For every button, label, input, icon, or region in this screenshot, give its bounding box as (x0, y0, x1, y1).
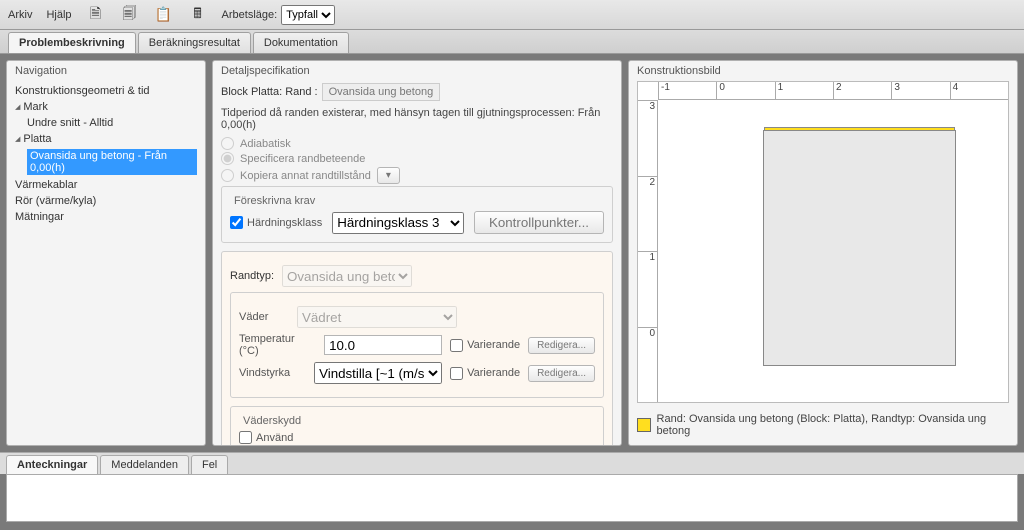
krav-legend: Föreskrivna krav (230, 195, 319, 207)
btab-meddelanden[interactable]: Meddelanden (100, 455, 189, 474)
vind-select[interactable]: Vindstilla [~1 (m/s (314, 362, 442, 384)
radio-specificera (221, 152, 234, 165)
sketch-title: Konstruktionsbild (629, 61, 1017, 81)
kopiera-dropdown[interactable]: ▾ (377, 167, 400, 184)
vader-select: Vädret (297, 306, 457, 328)
randtyp-label: Randtyp: (230, 270, 274, 282)
nav-mark[interactable]: Mark (15, 99, 197, 115)
temp-label: Temperatur (°C) (239, 333, 316, 357)
nav-platta[interactable]: Platta (15, 131, 197, 147)
ruler-tick: 3 (638, 100, 657, 176)
sketch-canvas (658, 100, 1008, 402)
btab-anteckningar[interactable]: Anteckningar (6, 455, 98, 474)
ruler-tick: 2 (638, 176, 657, 252)
vind-varierande-label: Varierande (467, 367, 520, 379)
nav-platta-ovansida[interactable]: Ovansida ung betong - Från 0,00(h) (15, 147, 197, 177)
new-doc-icon[interactable]: 🗎 (86, 5, 106, 25)
legend-text: Rand: Ovansida ung betong (Block: Platta… (657, 413, 1009, 437)
slab-top-surface (764, 127, 955, 131)
workarea: Navigation Konstruktionsgeometri & tid M… (0, 54, 1024, 452)
vind-varierande-check[interactable] (450, 367, 463, 380)
radio-adiabatisk (221, 137, 234, 150)
tab-dokumentation[interactable]: Dokumentation (253, 32, 349, 53)
hardningsklass-select[interactable]: Härdningsklass 3 (332, 212, 464, 234)
legend-swatch (637, 418, 651, 432)
temp-varierande-label: Varierande (467, 339, 520, 351)
workmode-select[interactable]: Typfall (281, 5, 335, 25)
anvand-check[interactable] (239, 431, 252, 444)
ruler-left: 0 1 2 3 (638, 100, 658, 402)
sketch-panel: Konstruktionsbild -1 0 1 2 3 4 0 1 2 3 (628, 60, 1018, 446)
paste-doc-icon[interactable]: 📋 (154, 5, 174, 25)
kontrollpunkter-button[interactable]: Kontrollpunkter... (474, 211, 604, 234)
ruler-top: -1 0 1 2 3 4 (658, 82, 1008, 100)
tab-resultat[interactable]: Beräkningsresultat (138, 32, 251, 53)
main-tabstrip: Problembeskrivning Beräkningsresultat Do… (0, 30, 1024, 54)
menu-arkiv[interactable]: Arkiv (8, 9, 32, 21)
period-text: Tidperiod då randen existerar, med hänsy… (221, 107, 613, 131)
ruler-tick: 1 (638, 251, 657, 327)
btab-fel[interactable]: Fel (191, 455, 228, 474)
randtyp-select: Ovansida ung betong (282, 265, 412, 287)
radio-adiabatisk-label: Adiabatisk (240, 138, 291, 150)
nav-geometri[interactable]: Konstruktionsgeometri & tid (15, 83, 197, 99)
vind-redigera-button: Redigera... (528, 365, 595, 382)
ruler-tick: -1 (658, 82, 716, 99)
vader-label: Väder (239, 311, 289, 323)
sketch-area: -1 0 1 2 3 4 0 1 2 3 (637, 81, 1009, 403)
block-readonly: Ovansida ung betong (322, 83, 441, 101)
detail-panel: Detaljspecifikation Block Platta: Rand :… (212, 60, 622, 446)
slab-shape (763, 130, 956, 366)
block-label: Block Platta: Rand : (221, 86, 318, 98)
menu-hjalp[interactable]: Hjälp (46, 9, 71, 21)
temp-input[interactable] (324, 335, 442, 355)
hardningsklass-check[interactable] (230, 216, 243, 229)
notes-panel[interactable] (6, 474, 1018, 522)
nav-matningar[interactable]: Mätningar (15, 209, 197, 225)
radio-kopiera (221, 169, 234, 182)
copy-doc-icon[interactable]: 🗐 (120, 5, 140, 25)
radio-kopiera-label: Kopiera annat randtillstånd (240, 170, 371, 182)
temp-redigera-button[interactable]: Redigera... (528, 337, 595, 354)
ruler-tick: 2 (833, 82, 891, 99)
ruler-tick: 3 (891, 82, 949, 99)
calculator-icon[interactable]: 🖩 (188, 5, 208, 25)
radio-specificera-label: Specificera randbeteende (240, 153, 365, 165)
vaderskydd-legend: Väderskydd (239, 415, 305, 427)
nav-mark-undre[interactable]: Undre snitt - Alltid (15, 115, 197, 131)
navigation-panel: Navigation Konstruktionsgeometri & tid M… (6, 60, 206, 446)
nav-ror[interactable]: Rör (värme/kyla) (15, 193, 197, 209)
tab-problem[interactable]: Problembeskrivning (8, 32, 136, 53)
anvand-label: Använd (256, 432, 293, 444)
menubar: Arkiv Hjälp 🗎 🗐 📋 🖩 Arbetsläge: Typfall (0, 0, 1024, 30)
ruler-tick: 0 (716, 82, 774, 99)
sketch-legend: Rand: Ovansida ung betong (Block: Platta… (637, 413, 1009, 437)
ruler-tick: 0 (638, 327, 657, 403)
vind-label: Vindstyrka (239, 367, 306, 379)
bottom-tabstrip: Anteckningar Meddelanden Fel (0, 452, 1024, 474)
ruler-tick: 1 (775, 82, 833, 99)
navigation-title: Navigation (7, 61, 205, 81)
nav-varmekablar[interactable]: Värmekablar (15, 177, 197, 193)
temp-varierande-check[interactable] (450, 339, 463, 352)
workmode-label: Arbetsläge: (222, 9, 278, 21)
hardningsklass-label: Härdningsklass (247, 217, 322, 229)
detail-title: Detaljspecifikation (213, 61, 621, 81)
ruler-tick: 4 (950, 82, 1008, 99)
navigation-tree: Konstruktionsgeometri & tid Mark Undre s… (7, 81, 205, 445)
